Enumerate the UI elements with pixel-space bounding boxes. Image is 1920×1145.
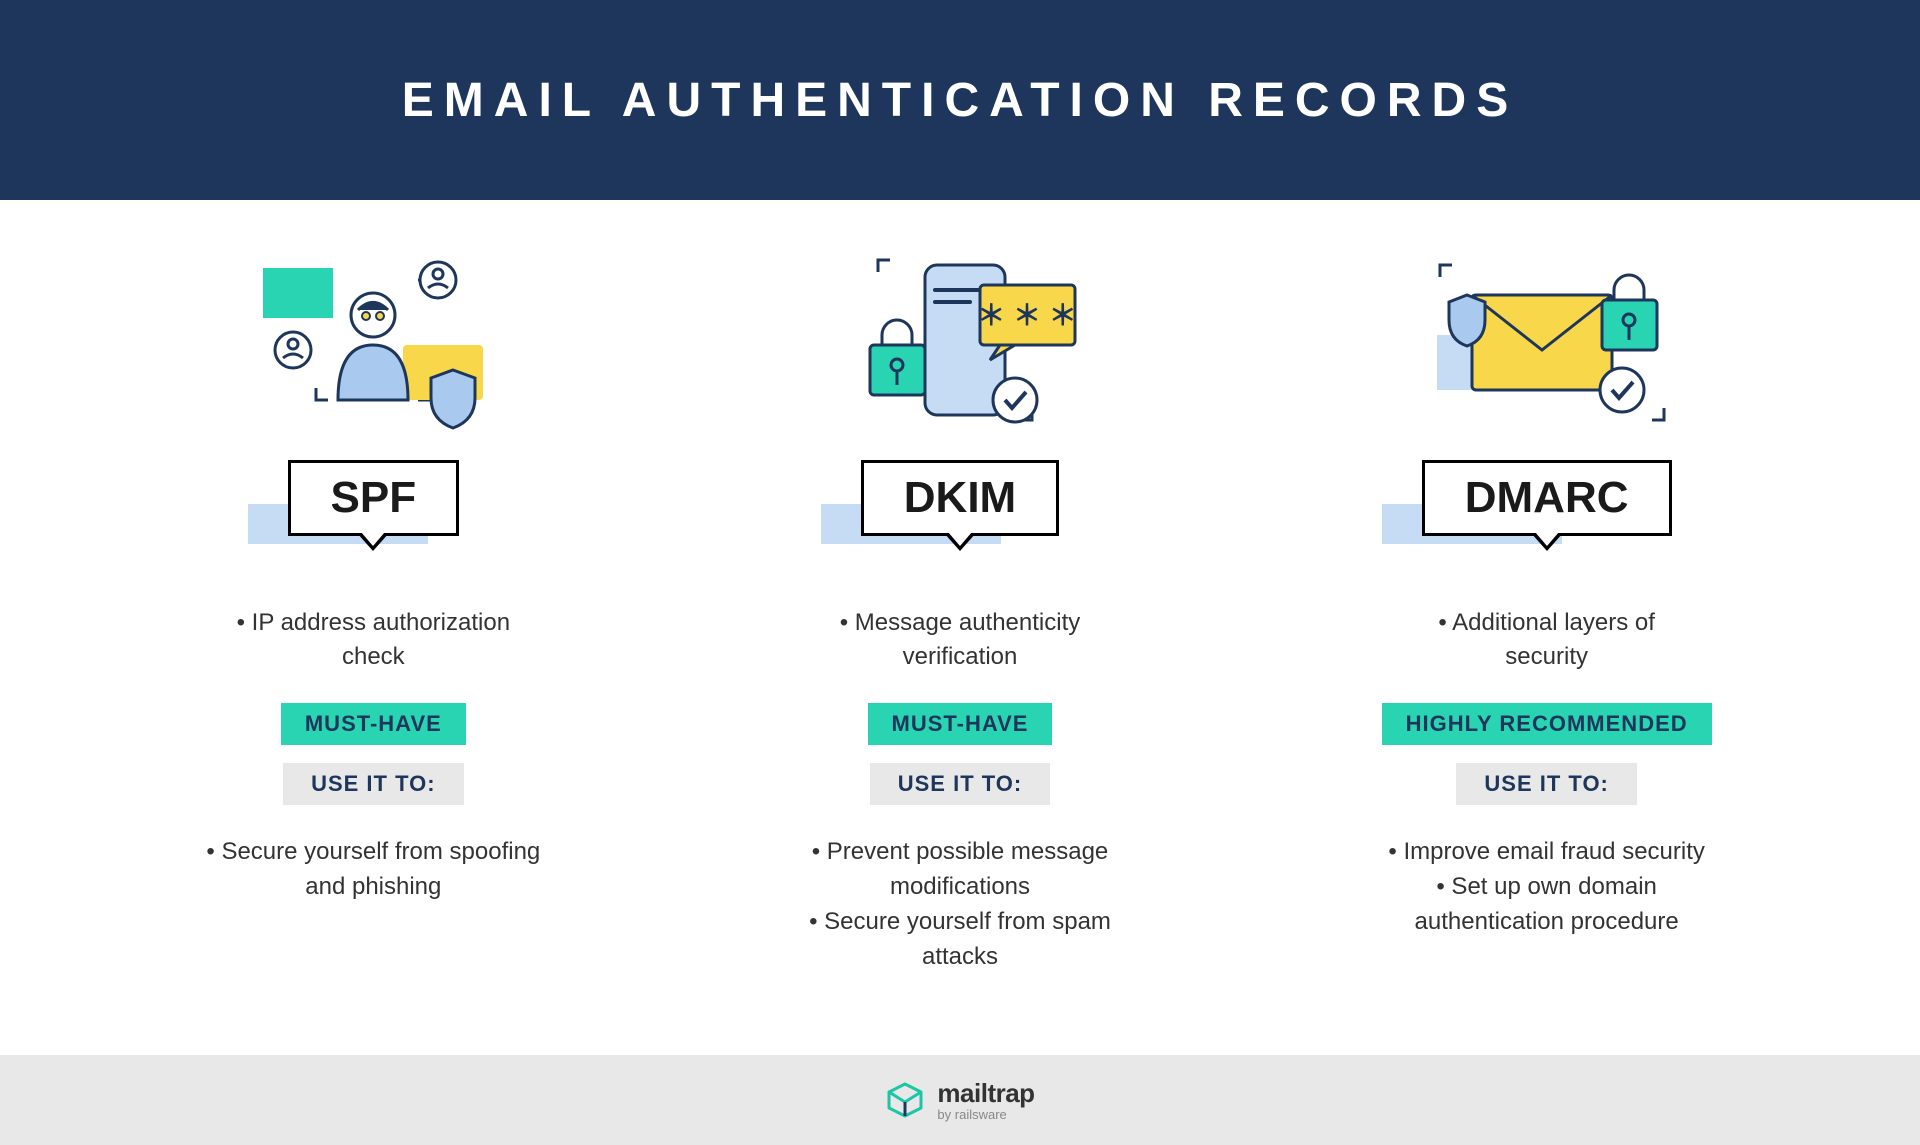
use-it-to-label: USE IT TO: — [870, 763, 1051, 805]
record-uses: • Secure yourself from spoofing and phis… — [193, 835, 553, 905]
record-title: DMARC — [1422, 460, 1672, 536]
mailtrap-logo-icon — [885, 1080, 925, 1120]
dmarc-illustration — [1417, 250, 1677, 430]
record-title-wrap: DMARC — [1422, 460, 1672, 536]
footer-brand: mailtrap by railsware — [937, 1080, 1034, 1121]
record-description: • Additional layers of security — [1397, 606, 1697, 673]
record-column-spf: SPF • IP address authorization check MUS… — [163, 250, 583, 905]
record-column-dkim: ＊ ＊ ＊ DKIM • Message authenticity verifi… — [750, 250, 1170, 974]
footer-byline: by railsware — [937, 1108, 1034, 1121]
priority-badge: MUST-HAVE — [868, 703, 1053, 745]
priority-badge: HIGHLY RECOMMENDED — [1382, 703, 1712, 745]
priority-badge: MUST-HAVE — [281, 703, 466, 745]
use-it-to-label: USE IT TO: — [283, 763, 464, 805]
footer-brand-name: mailtrap — [937, 1080, 1034, 1106]
page-title: EMAIL AUTHENTICATION RECORDS — [402, 73, 1518, 128]
record-description: • IP address authorization check — [223, 606, 523, 673]
record-title-wrap: DKIM — [861, 460, 1059, 536]
record-column-dmarc: DMARC • Additional layers of security HI… — [1337, 250, 1757, 940]
content-row: SPF • IP address authorization check MUS… — [0, 200, 1920, 1055]
record-uses: • Improve email fraud security• Set up o… — [1367, 835, 1727, 939]
svg-text:＊ ＊ ＊: ＊ ＊ ＊ — [977, 300, 1077, 331]
footer: mailtrap by railsware — [0, 1055, 1920, 1145]
use-it-to-label: USE IT TO: — [1456, 763, 1637, 805]
record-title-wrap: SPF — [288, 460, 460, 536]
dkim-illustration: ＊ ＊ ＊ — [830, 250, 1090, 430]
spf-illustration — [243, 250, 503, 430]
record-uses: • Prevent possible message modifications… — [780, 835, 1140, 974]
record-title: DKIM — [861, 460, 1059, 536]
record-title: SPF — [288, 460, 460, 536]
header: EMAIL AUTHENTICATION RECORDS — [0, 0, 1920, 200]
record-description: • Message authenticity verification — [810, 606, 1110, 673]
